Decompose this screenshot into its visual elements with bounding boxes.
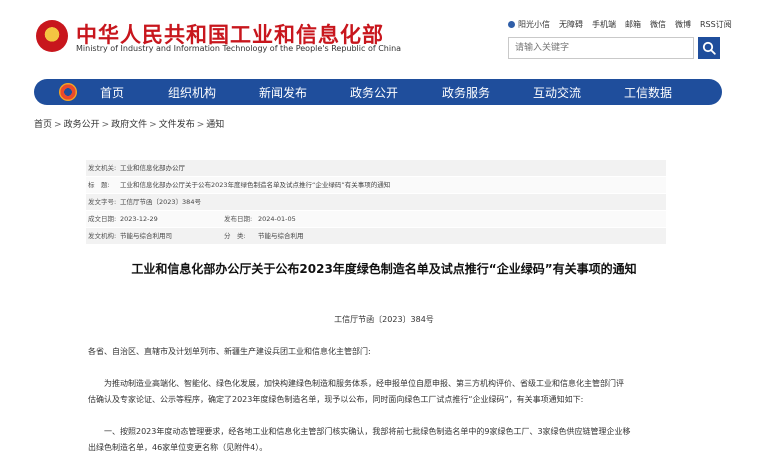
breadcrumb-notice[interactable]: 通知 [206,120,224,130]
nav-item-home[interactable]: 首页 [100,84,124,101]
article-paragraph-2-line-2: 出绿色制造名单，46家单位变更名称（见附件4）。 [88,443,268,452]
breadcrumb-separator: > [149,120,157,130]
meta-value: 2024-01-05 [258,215,296,223]
document-metadata-table: 发文机关: 工业和信息化部办公厅 标 题: 工业和信息化部办公厅关于公布2023… [86,160,666,245]
search-icon [702,41,716,55]
meta-row-issuer: 发文机关: 工业和信息化部办公厅 [86,160,666,177]
article-paragraph-1-line-1: 为推动制造业高端化、智能化、绿色化发展，加快构建绿色制造和服务体系，经申报单位自… [104,379,624,388]
meta-value: 节能与综合利用 [258,232,304,240]
article-paragraph-1-line-2: 估确认及专家论证、公示等程序，确定了2023年度绿色制造名单，现予以公布，同时面… [88,395,584,404]
top-link-rss[interactable]: RSS订阅 [700,19,732,30]
meta-label: 分 类: [224,232,246,240]
breadcrumb-separator: > [54,120,62,130]
article-paragraph-2-line-1: 一、按照2023年度动态管理要求，经各地工业和信息化主管部门核实确认，我部将前七… [104,427,631,436]
top-link-weibo[interactable]: 微博 [675,19,691,30]
meta-row-org: 发文机构: 节能与综合利用司 分 类: 节能与综合利用 [86,228,666,245]
meta-label: 发文机构: [88,232,117,240]
meta-value: 2023-12-29 [120,215,158,223]
top-link-accessibility[interactable]: 无障碍 [559,19,583,30]
nav-logo-icon [59,83,77,101]
main-nav: 首页 组织机构 新闻发布 政务公开 政务服务 互动交流 工信数据 [34,79,722,105]
top-link-email[interactable]: 邮箱 [625,19,641,30]
breadcrumb: 首页 > 政务公开 > 政府文件 > 文件发布 > 通知 [34,117,224,130]
article-salutation: 各省、自治区、直辖市及计划单列市、新疆生产建设兵团工业和信息化主管部门: [88,347,371,356]
breadcrumb-home[interactable]: 首页 [34,120,52,130]
nav-item-data[interactable]: 工信数据 [624,84,672,101]
meta-value: 工信厅节函〔2023〕384号 [120,198,201,206]
meta-row-dates: 成文日期: 2023-12-29 发布日期: 2024-01-05 [86,211,666,228]
article-title: 工业和信息化部办公厅关于公布2023年度绿色制造名单及试点推行“企业绿码”有关事… [131,262,637,276]
top-links: 阳光小信 无障碍 手机端 邮箱 微信 微博 RSS订阅 [508,19,732,30]
meta-row-docno: 发文字号: 工信厅节函〔2023〕384号 [86,194,666,211]
meta-label: 发文机关: [88,164,117,172]
national-emblem-logo [36,20,68,52]
meta-label: 发文字号: [88,198,117,206]
article-docno: 工信厅节函〔2023〕384号 [334,315,434,324]
nav-item-interaction[interactable]: 互动交流 [533,84,581,101]
meta-label: 成文日期: [88,215,117,223]
nav-item-organization[interactable]: 组织机构 [168,84,216,101]
search-input[interactable] [508,37,694,59]
nav-item-gov-affairs[interactable]: 政务公开 [350,84,398,101]
meta-row-title: 标 题: 工业和信息化部办公厅关于公布2023年度绿色制造名单及试点推行“企业绿… [86,177,666,194]
breadcrumb-file-release[interactable]: 文件发布 [159,120,195,130]
meta-label: 标 题: [88,181,110,189]
meta-value: 节能与综合利用司 [120,232,172,240]
breadcrumb-gov-affairs[interactable]: 政务公开 [64,120,100,130]
top-link-mobile[interactable]: 手机端 [592,19,616,30]
nav-item-news[interactable]: 新闻发布 [259,84,307,101]
meta-value: 工业和信息化部办公厅 [120,164,185,172]
breadcrumb-separator: > [101,120,110,130]
top-link-sunshine[interactable]: 阳光小信 [508,19,550,30]
nav-item-gov-services[interactable]: 政务服务 [442,84,490,101]
breadcrumb-separator: > [196,120,205,130]
sun-icon [508,21,515,28]
site-subtitle: Ministry of Industry and Information Tec… [76,44,402,53]
search-button[interactable] [698,37,720,59]
breadcrumb-gov-documents[interactable]: 政府文件 [111,120,147,130]
top-link-wechat[interactable]: 微信 [650,19,666,30]
meta-label: 发布日期: [224,215,253,223]
meta-value: 工业和信息化部办公厅关于公布2023年度绿色制造名单及试点推行“企业绿码”有关事… [120,181,391,189]
